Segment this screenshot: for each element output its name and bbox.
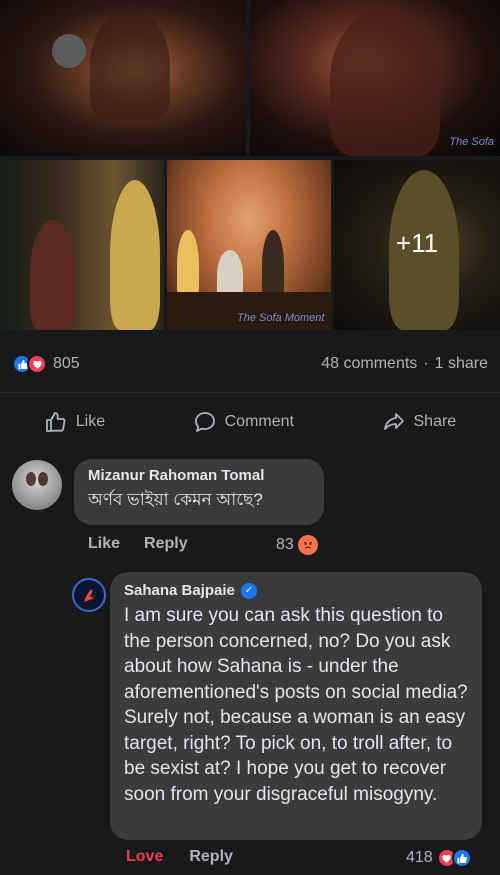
comment-reply-button[interactable]: Reply: [189, 848, 233, 866]
photo-watermark: The Sofa Moment: [237, 312, 325, 324]
comment-button[interactable]: Comment: [193, 410, 294, 434]
photo-watermark: The Sofa: [449, 136, 494, 148]
post-action-bar: Like Comment Share: [0, 392, 500, 450]
avatar[interactable]: [12, 460, 62, 510]
share-button-label: Share: [413, 412, 457, 430]
comment-bubble-icon: [194, 411, 215, 432]
comment-author[interactable]: Mizanur Rahoman Tomal: [88, 467, 310, 484]
comment-reaction-number: 83: [276, 536, 294, 553]
post-stats: 48 comments · 1 share: [321, 355, 488, 373]
comment-bubble[interactable]: Sahana Bajpaie ✓ I am sure you can ask t…: [110, 572, 482, 840]
comment-reply-button[interactable]: Reply: [144, 535, 188, 553]
photo-stage-band[interactable]: The Sofa Moment: [167, 160, 331, 330]
thumbs-up-icon: [45, 411, 66, 432]
comment-actions: Love Reply: [126, 848, 233, 866]
share-button[interactable]: Share: [382, 410, 457, 434]
comments-count-link[interactable]: 48 comments: [321, 355, 417, 373]
reactions-summary: 805 48 comments · 1 share: [12, 350, 488, 378]
comment-bubble[interactable]: Mizanur Rahoman Tomal অর্ণব ভাইয়া কেমন …: [74, 459, 324, 525]
reaction-count: 805: [53, 355, 80, 372]
like-button-label: Like: [75, 412, 106, 430]
comment-actions: Like Reply: [88, 535, 188, 553]
photo-singer-with-mic[interactable]: [0, 0, 246, 156]
comment-text: অর্ণব ভাইয়া কেমন আছে?: [88, 490, 263, 509]
comment-author-name: Sahana Bajpaie: [124, 582, 235, 599]
comment-reaction-count[interactable]: 418: [406, 848, 472, 868]
reply-item: Sahana Bajpaie ✓ I am sure you can ask t…: [0, 570, 500, 875]
photo-more-overlay[interactable]: +11: [334, 160, 500, 330]
comment-like-button[interactable]: Like: [88, 535, 120, 553]
photo-two-performers[interactable]: [0, 160, 164, 330]
comment-button-label: Comment: [224, 412, 294, 430]
comment-love-button[interactable]: Love: [126, 848, 163, 866]
comment-reaction-number: 418: [406, 849, 433, 866]
comment-text: I am sure you can ask this question to t…: [124, 605, 468, 805]
more-photos-count: +11: [395, 228, 439, 258]
verified-badge-icon: ✓: [240, 582, 257, 599]
stats-separator: ·: [423, 355, 429, 372]
comment-reaction-count[interactable]: 83: [276, 535, 318, 555]
photo-singer-performing[interactable]: The Sofa: [250, 0, 500, 156]
like-button[interactable]: Like: [44, 410, 105, 434]
angry-icon: [297, 535, 318, 555]
comment-author[interactable]: Sahana Bajpaie ✓: [124, 582, 468, 599]
avatar[interactable]: [72, 578, 106, 612]
love-icon: [27, 354, 47, 374]
share-arrow-icon: [383, 412, 404, 430]
reaction-count-group[interactable]: 805: [12, 354, 80, 374]
photo-grid[interactable]: The Sofa The Sofa Moment +11: [0, 0, 500, 330]
comment-item: Mizanur Rahoman Tomal অর্ণব ভাইয়া কেমন …: [0, 455, 500, 565]
like-icon: [451, 848, 472, 868]
shares-count-link[interactable]: 1 share: [435, 355, 488, 373]
